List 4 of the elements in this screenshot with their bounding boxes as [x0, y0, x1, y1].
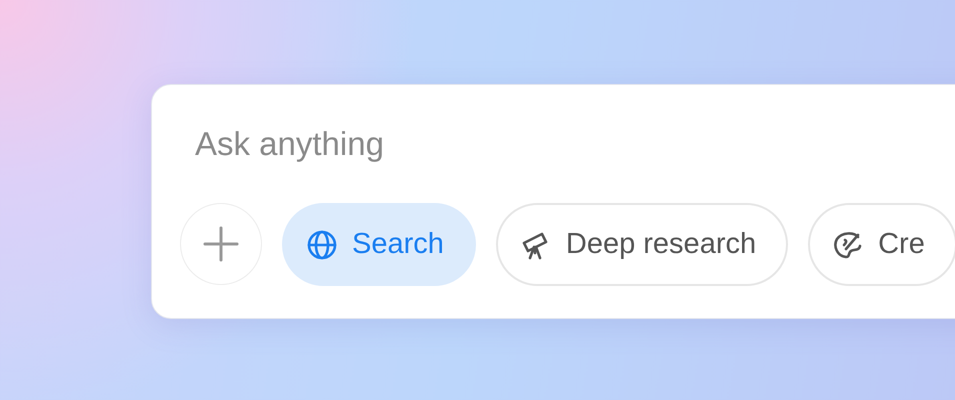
tool-button[interactable]: Cre	[808, 203, 955, 286]
tool-button[interactable]: Deep research	[496, 203, 788, 286]
globe-icon	[306, 228, 338, 260]
plus-icon	[203, 226, 239, 262]
